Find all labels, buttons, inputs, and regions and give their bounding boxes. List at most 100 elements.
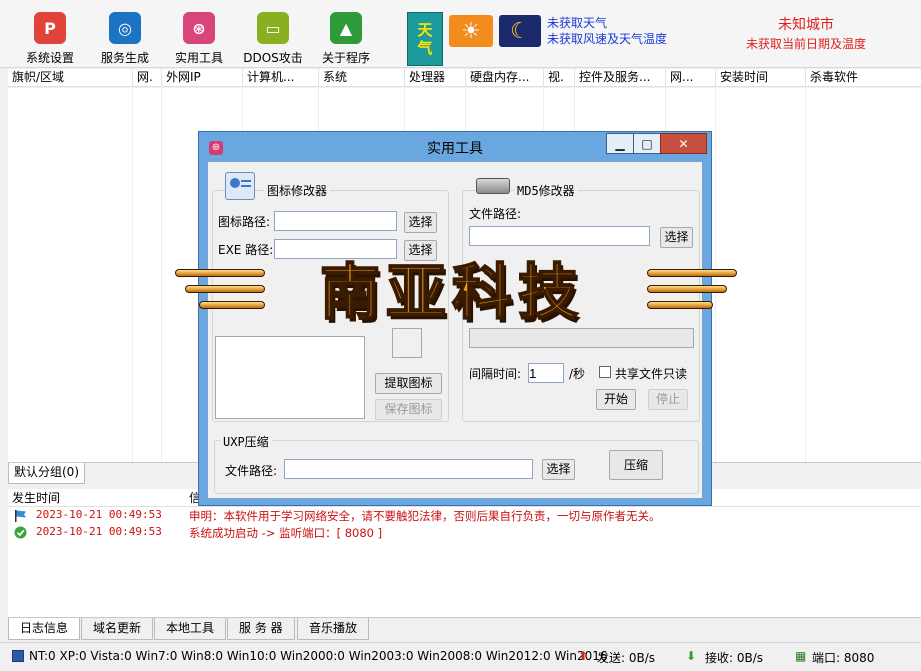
log-list[interactable]: 2023-10-21 00:49:53 申明：本软件用于学习网络安全，请不要触犯… bbox=[8, 507, 921, 617]
start-button[interactable]: 开始 bbox=[596, 389, 636, 410]
send-rate: 发送: 0B/s bbox=[597, 651, 656, 665]
app-window: P 系统设置 ◎ 服务生成 ⊛ 实用工具 ▭ DDOS攻击 ▲ 关于程序 天气 … bbox=[0, 0, 921, 671]
about-program-button[interactable]: ▲ 关于程序 bbox=[308, 12, 384, 66]
right-wing-stripe bbox=[647, 301, 713, 309]
column-header-flag-region[interactable]: 旗帜/区域 bbox=[8, 69, 133, 87]
column-header-video[interactable]: 视. bbox=[544, 69, 575, 87]
icon-editor-icon bbox=[225, 172, 255, 200]
maximize-button[interactable]: □ bbox=[633, 133, 661, 154]
globe-icon: ◎ bbox=[109, 12, 141, 44]
extract-icon-button[interactable]: 提取图标 bbox=[375, 373, 442, 394]
md5-file-path-label: 文件路径: bbox=[469, 207, 522, 221]
icon-path-input[interactable] bbox=[274, 211, 397, 231]
md5-select-button[interactable]: 选择 bbox=[660, 227, 693, 248]
column-header-net2[interactable]: 网... bbox=[666, 69, 716, 87]
city-info: 未知城市 未获取当前日期及温度 bbox=[728, 14, 884, 52]
right-wing-stripe bbox=[647, 285, 727, 293]
sun-icon: ☀ bbox=[449, 15, 493, 47]
column-header-network[interactable]: 网. bbox=[133, 69, 162, 87]
icon-list-box[interactable] bbox=[215, 336, 365, 419]
minimize-icon: ▁ bbox=[615, 136, 625, 151]
log-message: 系统成功启动 -> 监听端口：[ 8080 ] bbox=[189, 526, 383, 540]
client-list-header: 旗帜/区域 网. 外网IP 计算机... 系统 处理器 硬盘内存... 视. 控… bbox=[8, 69, 921, 87]
column-header-cpu[interactable]: 处理器 bbox=[405, 69, 466, 87]
weather-tag: 天气 bbox=[407, 12, 443, 66]
system-settings-button[interactable]: P 系统设置 bbox=[12, 12, 88, 66]
column-header-controls-services[interactable]: 控件及服务... bbox=[575, 69, 666, 87]
computer-icon bbox=[12, 650, 24, 662]
service-build-label: 服务生成 bbox=[100, 51, 149, 65]
dialog-title-bar[interactable]: ⊛ 实用工具 ▁ □ ✕ bbox=[199, 132, 711, 161]
compress-button[interactable]: 压缩 bbox=[609, 450, 663, 480]
column-header-install-time[interactable]: 安装时间 bbox=[716, 69, 806, 87]
close-button[interactable]: ✕ bbox=[660, 133, 707, 154]
network-icon: ▦ bbox=[795, 649, 807, 663]
weather-tag-text: 天气 bbox=[417, 21, 433, 57]
arrow-up-icon: ⬆ bbox=[578, 649, 589, 663]
readonly-share-checkbox[interactable] bbox=[599, 366, 611, 378]
log-column-time[interactable]: 发生时间 bbox=[12, 489, 60, 507]
tab-local-tools[interactable]: 本地工具 bbox=[154, 618, 227, 640]
flag-icon bbox=[15, 510, 26, 522]
city-date-temp: 未获取当前日期及温度 bbox=[745, 37, 866, 51]
tab-log-info[interactable]: 日志信息 bbox=[8, 618, 81, 640]
readonly-share-label: 共享文件只读 bbox=[615, 367, 688, 381]
weather-info: 未获取天气 未获取风速及天气温度 bbox=[547, 15, 667, 47]
weather-status: 未获取天气 bbox=[547, 16, 608, 30]
upx-select-button[interactable]: 选择 bbox=[542, 459, 575, 480]
right-wing-stripe bbox=[647, 269, 737, 277]
interval-unit: /秒 bbox=[569, 367, 586, 381]
ddos-attack-button[interactable]: ▭ DDOS攻击 bbox=[235, 12, 311, 66]
bottom-tab-bar: 日志信息 域名更新 本地工具 服 务 器 音乐播放 bbox=[8, 617, 921, 641]
icon-modifier-title: 图标修改器 bbox=[264, 182, 331, 199]
tree-icon: ▲ bbox=[330, 12, 362, 44]
md5-file-path-input[interactable] bbox=[469, 226, 650, 246]
log-row[interactable]: 2023-10-21 00:49:53 系统成功启动 -> 监听端口：[ 808… bbox=[8, 524, 908, 541]
os-counts: NT:0 XP:0 Vista:0 Win7:0 Win8:0 Win10:0 … bbox=[29, 649, 608, 663]
column-header-wan-ip[interactable]: 外网IP bbox=[162, 69, 243, 87]
minimize-button[interactable]: ▁ bbox=[606, 133, 634, 154]
interval-label: 间隔时间: bbox=[469, 367, 522, 381]
tab-default-group[interactable]: 默认分组(0) bbox=[8, 463, 85, 484]
icon-path-label: 图标路径: bbox=[218, 215, 271, 229]
arrow-down-icon: ⬇ bbox=[686, 649, 697, 663]
about-program-label: 关于程序 bbox=[321, 51, 370, 65]
check-icon bbox=[14, 526, 27, 539]
ddos-attack-label: DDOS攻击 bbox=[243, 51, 303, 65]
status-bar: NT:0 XP:0 Vista:0 Win7:0 Win8:0 Win10:0 … bbox=[0, 642, 921, 671]
pinterest-icon: P bbox=[34, 12, 66, 44]
tab-music-player[interactable]: 音乐播放 bbox=[297, 618, 370, 640]
interval-input[interactable] bbox=[528, 363, 564, 383]
maximize-icon: □ bbox=[641, 136, 653, 151]
main-toolbar: P 系统设置 ◎ 服务生成 ⊛ 实用工具 ▭ DDOS攻击 ▲ 关于程序 天气 … bbox=[0, 0, 921, 68]
utility-tools-label: 实用工具 bbox=[174, 51, 223, 65]
md5-modifier-title: MD5修改器 bbox=[514, 182, 578, 199]
weather-wind-temp: 未获取风速及天气温度 bbox=[547, 32, 668, 46]
system-settings-label: 系统设置 bbox=[25, 51, 74, 65]
log-time: 2023-10-21 00:49:53 bbox=[36, 525, 162, 538]
city-name: 未知城市 bbox=[778, 17, 834, 33]
ruler-icon: ▭ bbox=[257, 12, 289, 44]
close-icon: ✕ bbox=[678, 136, 689, 151]
column-header-computer[interactable]: 计算机... bbox=[243, 69, 319, 87]
log-row[interactable]: 2023-10-21 00:49:53 申明：本软件用于学习网络安全，请不要触犯… bbox=[8, 507, 908, 524]
log-message: 申明：本软件用于学习网络安全，请不要触犯法律，否则后果自行负责，一切与原作者无关… bbox=[189, 509, 661, 523]
stop-button[interactable]: 停止 bbox=[648, 389, 688, 410]
column-header-antivirus[interactable]: 杀毒软件 bbox=[806, 69, 921, 87]
service-build-button[interactable]: ◎ 服务生成 bbox=[87, 12, 163, 66]
upx-file-path-input[interactable] bbox=[284, 459, 533, 479]
brand-banner: 南亚科技 bbox=[165, 255, 747, 337]
log-time: 2023-10-21 00:49:53 bbox=[36, 508, 162, 521]
utility-tools-button[interactable]: ⊛ 实用工具 bbox=[161, 12, 237, 66]
column-header-disk-memory[interactable]: 硬盘内存... bbox=[466, 69, 544, 87]
hard-drive-icon bbox=[476, 178, 510, 194]
listen-port: 端口: 8080 bbox=[812, 651, 875, 665]
moon-icon: ☾ bbox=[499, 15, 541, 47]
save-icon-button[interactable]: 保存图标 bbox=[375, 399, 442, 420]
tab-domain-update[interactable]: 域名更新 bbox=[81, 618, 154, 640]
upx-file-path-label: 文件路径: bbox=[225, 464, 278, 478]
recv-rate: 接收: 0B/s bbox=[705, 651, 764, 665]
icon-path-select-button[interactable]: 选择 bbox=[404, 212, 437, 233]
column-header-system[interactable]: 系统 bbox=[319, 69, 405, 87]
tab-server[interactable]: 服 务 器 bbox=[227, 618, 295, 640]
